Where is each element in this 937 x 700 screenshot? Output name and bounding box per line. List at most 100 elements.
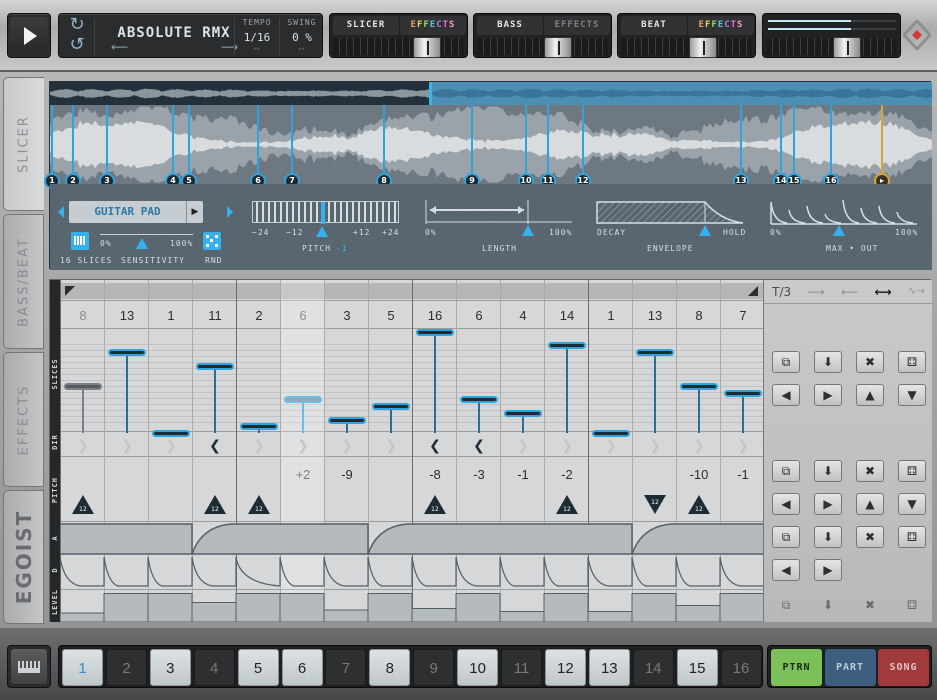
swing-arrows-icon[interactable]: ⟷ bbox=[281, 44, 323, 53]
beat-fader-knob[interactable] bbox=[689, 37, 717, 58]
octave-up-icon[interactable]: 12 bbox=[72, 495, 94, 514]
copy-icon[interactable]: ⧉ bbox=[772, 526, 800, 548]
tempo-value[interactable]: 1/16 bbox=[236, 31, 278, 44]
pattern-button-5[interactable]: 5 bbox=[237, 649, 279, 686]
forward-icon[interactable]: ❯ bbox=[149, 438, 193, 454]
triplet-toggle[interactable]: T/3 bbox=[772, 285, 791, 299]
slicer-channel-button[interactable]: SLICER bbox=[333, 16, 399, 35]
step-pitch-value[interactable]: +2 bbox=[281, 467, 325, 482]
preset-next-icon[interactable] bbox=[227, 206, 233, 218]
pitch-keyboard[interactable] bbox=[252, 201, 399, 224]
preset-play-icon[interactable]: ▶ bbox=[186, 201, 203, 223]
pattern-button-10[interactable]: 10 bbox=[457, 649, 499, 686]
shift-right-icon[interactable]: ▶ bbox=[814, 493, 842, 515]
pattern-button-13[interactable]: 13 bbox=[588, 649, 630, 686]
slice-marker-line[interactable] bbox=[740, 105, 742, 182]
slicer-fader-track[interactable] bbox=[333, 38, 464, 55]
dice-icon[interactable]: ⚃ bbox=[898, 351, 926, 373]
octave-up-icon[interactable]: 12 bbox=[688, 495, 710, 514]
slice-marker-line[interactable] bbox=[793, 105, 795, 182]
pattern-button-15[interactable]: 15 bbox=[676, 649, 718, 686]
slice-bar-handle[interactable] bbox=[328, 416, 366, 424]
slice-marker-line[interactable] bbox=[547, 105, 549, 182]
keyboard-button[interactable] bbox=[7, 645, 51, 688]
pattern-button-1[interactable]: 1 bbox=[62, 649, 103, 686]
backward-arrow-icon[interactable]: ⟵ bbox=[841, 285, 858, 299]
pattern-button-9[interactable]: 9 bbox=[413, 649, 455, 686]
sync-up-icon[interactable]: ↻ bbox=[62, 15, 92, 35]
slice-marker-line[interactable] bbox=[291, 105, 293, 182]
step-pitch-value[interactable]: -1 bbox=[501, 467, 545, 482]
forward-icon[interactable]: ❯ bbox=[61, 438, 105, 454]
slices-icon[interactable] bbox=[71, 232, 89, 250]
paste-icon[interactable]: ⬇ bbox=[814, 594, 842, 616]
octave-up-icon[interactable]: 12 bbox=[248, 495, 270, 514]
slice-marker-line[interactable] bbox=[383, 105, 385, 182]
clear-icon[interactable]: ✖ bbox=[856, 526, 884, 548]
mode-button-song[interactable]: SONG bbox=[878, 649, 929, 686]
octave-up-icon[interactable]: 12 bbox=[424, 495, 446, 514]
waveform-overview[interactable] bbox=[50, 82, 932, 105]
arrow-left-icon[interactable]: ⟵ bbox=[111, 40, 128, 54]
step-pitch-value[interactable]: -9 bbox=[325, 467, 369, 482]
forward-arrow-icon[interactable]: ⟶ bbox=[807, 285, 824, 299]
pattern-button-8[interactable]: 8 bbox=[369, 649, 411, 686]
slice-marker-line[interactable] bbox=[525, 105, 527, 182]
paste-icon[interactable]: ⬇ bbox=[814, 351, 842, 373]
tab-bass-beat[interactable]: BASS/BEAT bbox=[3, 214, 44, 349]
forward-icon[interactable]: ❯ bbox=[721, 438, 765, 454]
preset-prev-icon[interactable] bbox=[58, 206, 64, 218]
forward-icon[interactable]: ❯ bbox=[237, 438, 281, 454]
rnd-dice-icon[interactable] bbox=[203, 232, 221, 250]
clear-icon[interactable]: ✖ bbox=[856, 351, 884, 373]
slice-marker-line[interactable] bbox=[257, 105, 259, 182]
maxout-slider-handle[interactable] bbox=[833, 225, 845, 236]
bass-fader-track[interactable] bbox=[477, 38, 608, 55]
step-pitch-value[interactable]: -2 bbox=[545, 467, 589, 482]
paste-icon[interactable]: ⬇ bbox=[814, 526, 842, 548]
pattern-button-11[interactable]: 11 bbox=[501, 649, 542, 686]
sync-down-icon[interactable]: ↺ bbox=[62, 35, 92, 55]
slice-bar-handle[interactable] bbox=[724, 389, 762, 397]
mode-button-part[interactable]: PART bbox=[824, 649, 876, 686]
slice-bar-handle[interactable] bbox=[196, 362, 234, 370]
song-name[interactable]: ABSOLUTE RMX bbox=[104, 25, 244, 41]
paste-icon[interactable]: ⬇ bbox=[814, 460, 842, 482]
slice-bar-handle[interactable] bbox=[592, 430, 630, 437]
forward-icon[interactable]: ❯ bbox=[677, 438, 721, 454]
beat-fader-track[interactable] bbox=[621, 38, 752, 55]
slice-bar-handle[interactable] bbox=[680, 382, 718, 390]
slice-bar-handle[interactable] bbox=[416, 329, 454, 336]
octave-up-icon[interactable]: 12 bbox=[204, 495, 226, 514]
slice-marker-line[interactable] bbox=[51, 105, 53, 182]
slice-bar-handle[interactable] bbox=[372, 403, 410, 411]
reverse-icon[interactable]: ❮ bbox=[457, 438, 501, 454]
pattern-button-14[interactable]: 14 bbox=[632, 649, 674, 686]
bass-channel-button[interactable]: BASS bbox=[477, 16, 543, 35]
clear-icon[interactable]: ✖ bbox=[856, 460, 884, 482]
tab-slicer[interactable]: SLICER bbox=[3, 77, 44, 211]
waveform-main[interactable] bbox=[50, 105, 932, 184]
copy-icon[interactable]: ⧉ bbox=[772, 460, 800, 482]
slice-bar-handle[interactable] bbox=[548, 342, 586, 350]
tab-egoist[interactable]: EGOIST bbox=[3, 490, 44, 624]
reverse-icon[interactable]: ❮ bbox=[193, 438, 237, 454]
slice-bar-handle[interactable] bbox=[284, 396, 322, 404]
slice-bar-handle[interactable] bbox=[460, 396, 498, 404]
pingpong-arrow-icon[interactable]: ⟷ bbox=[875, 285, 892, 299]
copy-icon[interactable]: ⧉ bbox=[772, 351, 800, 373]
shift-down-icon[interactable]: ▼ bbox=[898, 384, 926, 406]
forward-icon[interactable]: ❯ bbox=[633, 438, 677, 454]
random-pattern-icon[interactable]: ∿→ bbox=[908, 286, 925, 297]
swing-value[interactable]: 0 % bbox=[281, 31, 323, 44]
step-pitch-value[interactable]: -10 bbox=[677, 467, 721, 482]
slice-marker-line[interactable] bbox=[188, 105, 190, 182]
bass-effects-button[interactable]: EFFECTS bbox=[544, 16, 610, 35]
shift-left-icon[interactable]: ◀ bbox=[772, 559, 800, 581]
slice-bar-handle[interactable] bbox=[636, 349, 674, 357]
pattern-button-3[interactable]: 3 bbox=[149, 649, 191, 686]
shift-up-icon[interactable]: ▲ bbox=[856, 384, 884, 406]
slice-marker-line[interactable] bbox=[582, 105, 584, 182]
slice-bar-handle[interactable] bbox=[64, 382, 102, 390]
pattern-button-6[interactable]: 6 bbox=[281, 649, 323, 686]
